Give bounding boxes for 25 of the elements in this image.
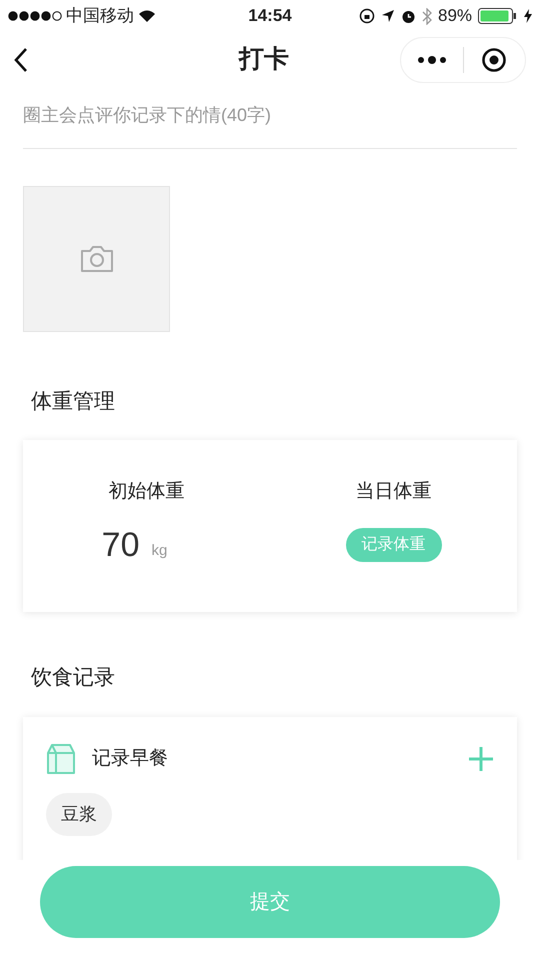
page-title: 打卡 xyxy=(239,44,289,76)
camera-icon xyxy=(78,244,114,274)
location-arrow-icon xyxy=(380,9,395,23)
clock-time: 14:54 xyxy=(248,5,292,28)
carrier-name: 中国移动 xyxy=(66,5,134,28)
signal-icon xyxy=(8,11,62,21)
battery-icon xyxy=(478,8,518,24)
battery-percent: 89% xyxy=(438,5,472,28)
meal-title: 记录早餐 xyxy=(92,746,169,771)
submit-button[interactable]: 提交 xyxy=(40,866,500,938)
record-weight-button[interactable]: 记录体重 xyxy=(346,528,442,562)
wifi-icon xyxy=(138,10,156,22)
rotation-lock-icon xyxy=(358,8,375,24)
initial-weight-label: 初始体重 xyxy=(108,480,184,504)
bluetooth-icon xyxy=(422,8,432,24)
food-tag: 豆浆 xyxy=(46,793,112,836)
section-title: 饮食记录 xyxy=(31,664,116,690)
weight-unit: kg xyxy=(151,540,168,560)
section-title: 体重管理 xyxy=(31,389,116,415)
initial-weight-value: 70 xyxy=(102,528,140,562)
today-weight-label: 当日体重 xyxy=(356,480,432,504)
charging-icon xyxy=(524,9,532,23)
milk-carton-icon xyxy=(46,743,76,775)
comment-field[interactable]: 圈主会点评你记录下的情(40字) xyxy=(23,102,517,128)
alarm-clock-icon xyxy=(400,8,416,24)
